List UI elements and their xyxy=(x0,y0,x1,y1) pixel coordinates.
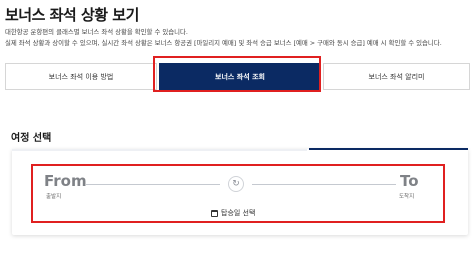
panel-top-accent xyxy=(309,148,468,150)
tab-bonus-seat-alert[interactable]: 보너스 좌석 알리미 xyxy=(323,63,470,90)
page-title: 보너스 좌석 상황 보기 xyxy=(5,6,139,24)
tab-highlight-box xyxy=(153,56,321,92)
panel-top-divider xyxy=(12,149,307,151)
page-description-line-1: 대한항공 운항편의 클래스별 보너스 좌석 상황을 확인할 수 있습니다. xyxy=(5,28,188,36)
itinerary-highlight-box xyxy=(31,164,445,223)
page-description-line-2: 실제 좌석 상황과 상이할 수 있으며, 실시간 좌석 상황은 보너스 항공권 … xyxy=(5,39,442,47)
itinerary-section-title: 여정 선택 xyxy=(11,133,52,144)
tab-bonus-seat-usage[interactable]: 보너스 좌석 이용 방법 xyxy=(5,63,157,90)
